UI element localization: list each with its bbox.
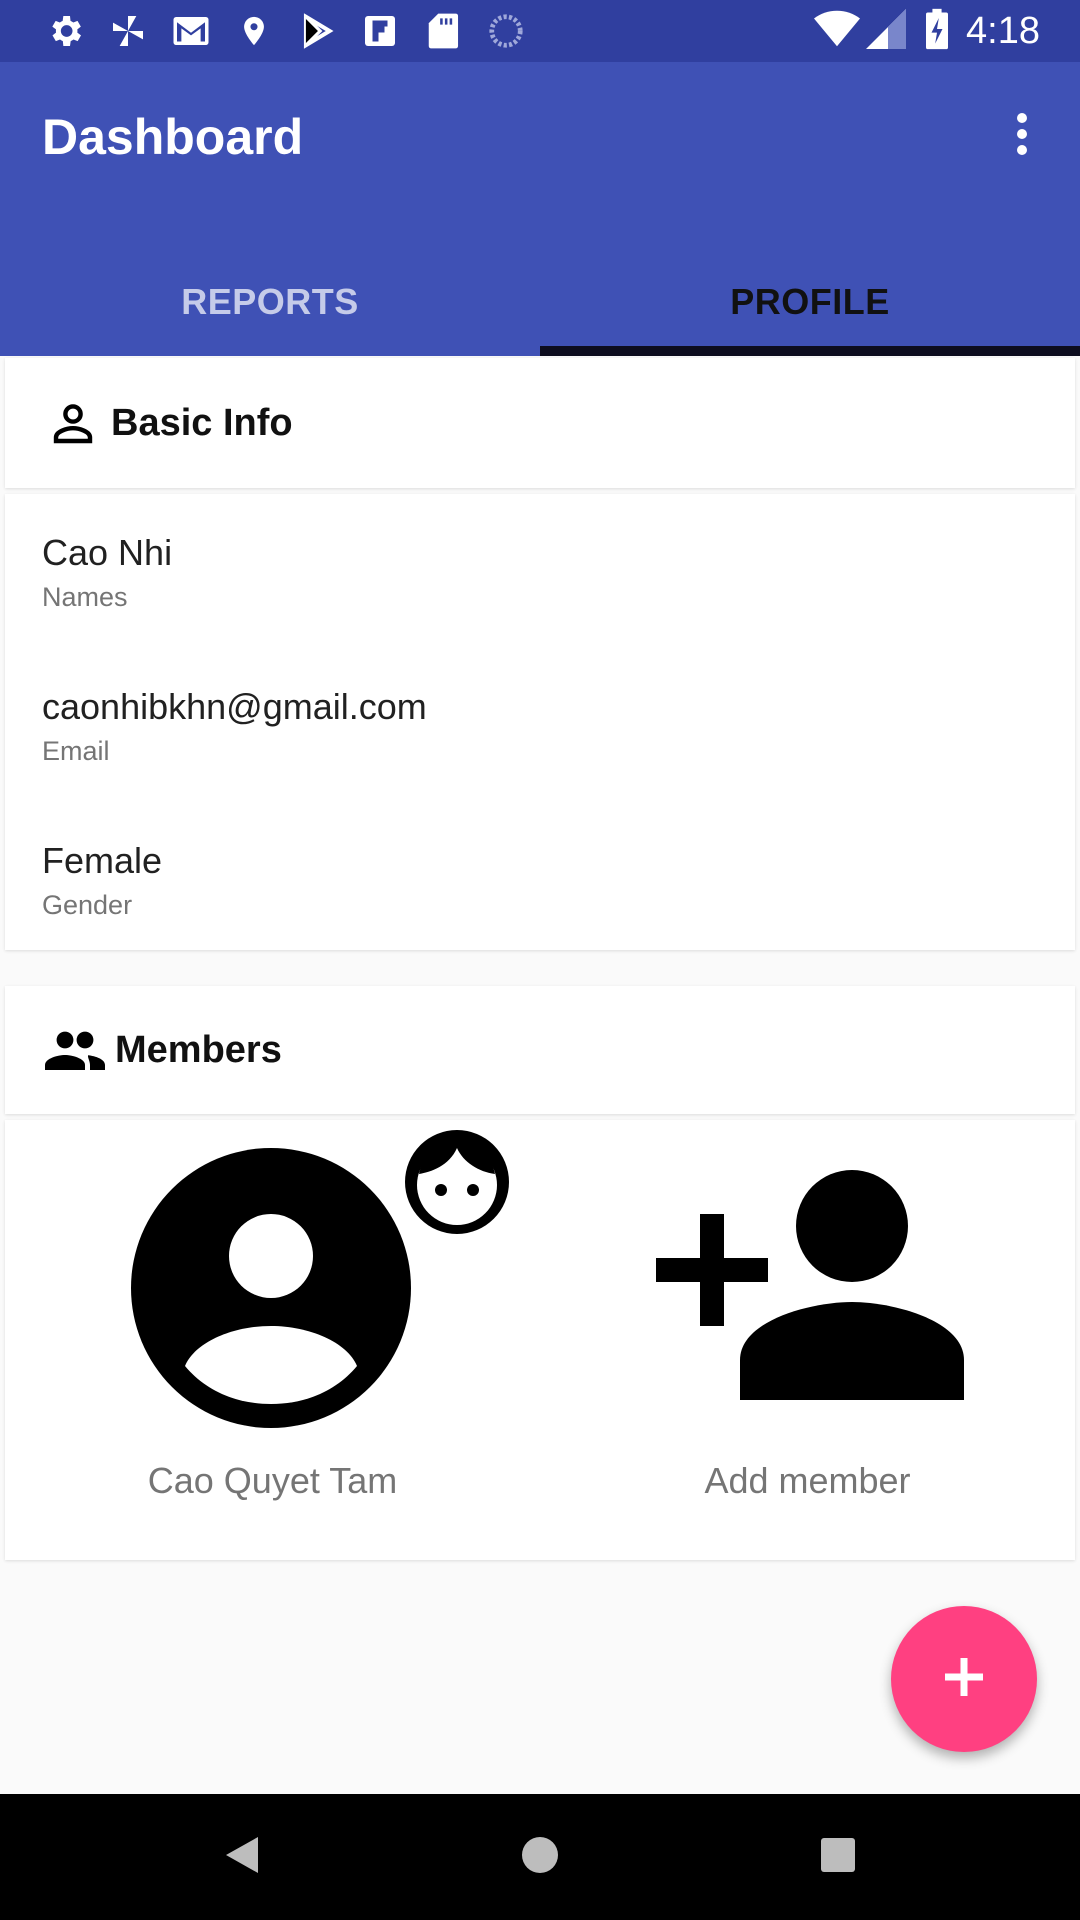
people-icon <box>45 1022 105 1078</box>
basic-info-card: Cao Nhi Names caonhibkhn@gmail.com Email… <box>5 494 1075 950</box>
sd-card-icon <box>422 10 464 52</box>
signal-icon <box>866 8 907 54</box>
add-member-button[interactable]: Add member <box>540 1120 1075 1560</box>
play-store-icon <box>296 10 338 52</box>
member-name: Cao Quyet Tam <box>147 1460 398 1501</box>
field-gender[interactable]: Female Gender <box>42 840 162 921</box>
field-gender-label: Gender <box>42 890 133 920</box>
add-member-label: Add member <box>704 1460 911 1501</box>
home-icon <box>520 1835 560 1880</box>
field-name-value: Cao Nhi <box>42 532 173 573</box>
home-button[interactable] <box>510 1827 570 1887</box>
field-email[interactable]: caonhibkhn@gmail.com Email <box>42 686 427 767</box>
overflow-menu-button[interactable] <box>990 104 1054 168</box>
add-fab-button[interactable] <box>891 1606 1037 1752</box>
field-name-label: Names <box>42 582 128 612</box>
status-bar: 4:18 <box>0 0 1080 62</box>
field-name[interactable]: Cao Nhi Names <box>42 532 172 613</box>
more-vert-icon <box>1015 112 1029 161</box>
account-circle-icon <box>129 1146 413 1435</box>
recents-button[interactable] <box>808 1827 868 1887</box>
status-clock: 4:18 <box>966 9 1040 52</box>
wifi-icon <box>814 9 861 54</box>
recents-icon <box>820 1837 856 1878</box>
tab-bar: REPORTS PROFILE <box>0 248 1080 356</box>
settings-icon <box>44 10 86 52</box>
face-icon <box>403 1128 511 1241</box>
field-email-value: caonhibkhn@gmail.com <box>42 686 427 727</box>
tab-reports-label: REPORTS <box>181 281 359 322</box>
gmail-icon <box>170 10 212 52</box>
tab-profile[interactable]: PROFILE <box>540 248 1080 356</box>
tab-profile-label: PROFILE <box>730 281 890 322</box>
tab-reports[interactable]: REPORTS <box>0 248 540 356</box>
location-pin-icon <box>233 10 275 52</box>
basic-info-header-card: Basic Info <box>5 358 1075 488</box>
app-bar: Dashboard REPORTS PROFILE <box>0 62 1080 356</box>
field-email-label: Email <box>42 736 110 766</box>
field-gender-value: Female <box>42 840 163 881</box>
plus-icon <box>945 1657 983 1701</box>
loading-circle-icon <box>485 10 527 52</box>
page-title: Dashboard <box>42 109 304 165</box>
members-title: Members <box>115 1028 282 1071</box>
basic-info-title: Basic Info <box>111 401 293 444</box>
back-button[interactable] <box>212 1827 272 1887</box>
back-icon <box>224 1835 260 1880</box>
members-card: Cao Quyet Tam Add member <box>5 1120 1075 1560</box>
navigation-bar <box>0 1794 1080 1920</box>
pinwheel-icon <box>107 10 149 52</box>
person-add-icon <box>656 1170 966 1405</box>
battery-charging-icon <box>926 8 949 55</box>
member-item[interactable]: Cao Quyet Tam <box>5 1120 540 1560</box>
person-outline-icon <box>45 395 101 451</box>
members-header-card: Members <box>5 986 1075 1114</box>
flipboard-icon <box>359 10 401 52</box>
